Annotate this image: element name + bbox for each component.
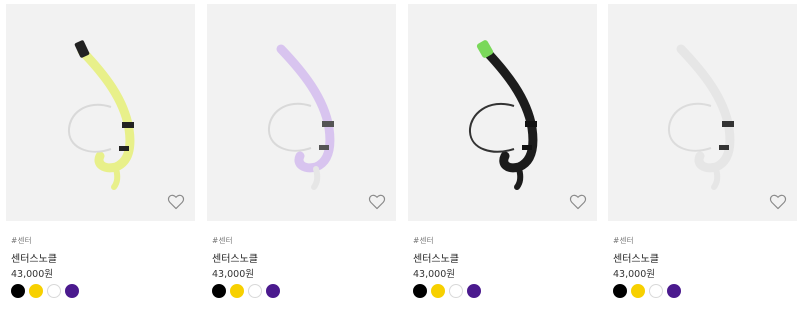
- product-price: 43,000원: [11, 269, 53, 280]
- swatch-white[interactable]: [449, 284, 463, 298]
- product-name[interactable]: 센터스노클: [212, 250, 258, 265]
- swatch-yellow[interactable]: [230, 284, 244, 298]
- snorkel-mouthpiece: [111, 166, 121, 190]
- product-card[interactable]: #센터 센터스노클 43,000원: [207, 4, 396, 304]
- color-swatches: [212, 284, 280, 298]
- product-image[interactable]: [408, 4, 597, 221]
- snorkel-image: [468, 40, 538, 190]
- swatch-black[interactable]: [413, 284, 427, 298]
- product-image[interactable]: [6, 4, 195, 221]
- product-tag[interactable]: #센터: [413, 235, 434, 246]
- swatch-white[interactable]: [248, 284, 262, 298]
- mask-strap: [67, 103, 112, 153]
- snorkel-mouthpiece: [311, 166, 321, 190]
- strap-clip: [119, 146, 129, 151]
- product-price: 43,000원: [613, 269, 655, 280]
- swatch-yellow[interactable]: [29, 284, 43, 298]
- product-image[interactable]: [608, 4, 797, 221]
- swatch-white[interactable]: [649, 284, 663, 298]
- product-tag[interactable]: #센터: [613, 235, 634, 246]
- strap-clip: [722, 121, 734, 127]
- swatch-purple[interactable]: [467, 284, 481, 298]
- product-card[interactable]: #센터 센터스노클 43,000원: [6, 4, 195, 304]
- heart-outline-icon[interactable]: [569, 194, 587, 210]
- color-swatches: [613, 284, 681, 298]
- product-card[interactable]: #센터 센터스노클 43,000원: [408, 4, 597, 304]
- swatch-yellow[interactable]: [631, 284, 645, 298]
- swatch-purple[interactable]: [65, 284, 79, 298]
- snorkel-image: [667, 44, 735, 190]
- swatch-yellow[interactable]: [431, 284, 445, 298]
- strap-clip: [522, 145, 532, 150]
- product-price: 43,000원: [413, 269, 455, 280]
- swatch-black[interactable]: [613, 284, 627, 298]
- mask-strap: [468, 102, 515, 153]
- product-name[interactable]: 센터스노클: [413, 250, 459, 265]
- strap-clip: [319, 145, 329, 150]
- product-grid: #센터 센터스노클 43,000원 #센터 센터스노클 43,000원 #센터 …: [0, 0, 800, 310]
- strap-clip: [525, 121, 537, 127]
- product-price: 43,000원: [212, 269, 254, 280]
- snorkel-image: [267, 44, 335, 190]
- product-image[interactable]: [207, 4, 396, 221]
- product-card[interactable]: #센터 센터스노클 43,000원: [608, 4, 797, 304]
- strap-clip: [122, 122, 134, 128]
- product-tag[interactable]: #센터: [212, 235, 233, 246]
- swatch-black[interactable]: [11, 284, 25, 298]
- snorkel-image: [67, 40, 135, 190]
- swatch-purple[interactable]: [266, 284, 280, 298]
- color-swatches: [413, 284, 481, 298]
- mask-strap: [267, 102, 312, 152]
- swatch-black[interactable]: [212, 284, 226, 298]
- product-name[interactable]: 센터스노클: [613, 250, 659, 265]
- strap-clip: [322, 121, 334, 127]
- mask-strap: [667, 102, 712, 152]
- swatch-white[interactable]: [47, 284, 61, 298]
- snorkel-mouthpiece: [711, 166, 721, 190]
- color-swatches: [11, 284, 79, 298]
- product-tag[interactable]: #센터: [11, 235, 32, 246]
- heart-outline-icon[interactable]: [167, 194, 185, 210]
- snorkel-mouthpiece: [514, 166, 524, 190]
- swatch-purple[interactable]: [667, 284, 681, 298]
- heart-outline-icon[interactable]: [368, 194, 386, 210]
- heart-outline-icon[interactable]: [769, 194, 787, 210]
- product-name[interactable]: 센터스노클: [11, 250, 57, 265]
- strap-clip: [719, 145, 729, 150]
